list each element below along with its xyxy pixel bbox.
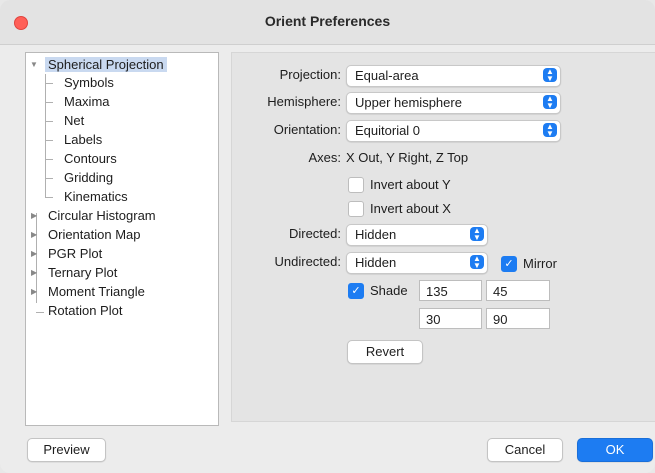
tree-item-symbols[interactable]: Symbols [64, 74, 114, 92]
collapsed-arrow-icon[interactable]: ▶ [31, 226, 37, 244]
tree-connector-line [45, 121, 53, 122]
tree-item-maxima[interactable]: Maxima [64, 93, 110, 111]
directed-select[interactable]: Hidden ▲ ▼ [346, 224, 488, 246]
tree-item-rotation-plot[interactable]: Rotation Plot [48, 302, 122, 320]
shade-label: Shade [370, 283, 408, 298]
tree-item-net[interactable]: Net [64, 112, 84, 130]
shade-field-4[interactable]: 90 [486, 308, 550, 329]
tree-item-ternary-plot[interactable]: Ternary Plot [48, 264, 117, 282]
projection-select[interactable]: Equal-area ▲ ▼ [346, 65, 561, 87]
tree-item-gridding[interactable]: Gridding [64, 169, 113, 187]
preview-button[interactable]: Preview [27, 438, 106, 462]
axes-value: X Out, Y Right, Z Top [346, 150, 469, 165]
invert-x-label: Invert about X [370, 201, 451, 216]
shade-field-1[interactable]: 135 [419, 280, 482, 301]
orientation-label: Orientation: [273, 122, 341, 137]
undirected-select[interactable]: Hidden ▲ ▼ [346, 252, 488, 274]
tree-connector-line [45, 159, 53, 160]
expanded-arrow-icon[interactable]: ▼ [30, 56, 38, 74]
ok-button[interactable]: OK [577, 438, 653, 462]
revert-button[interactable]: Revert [347, 340, 423, 364]
invert-y-checkbox[interactable] [348, 177, 364, 193]
undirected-label: Undirected: [274, 254, 341, 269]
mirror-label: Mirror [523, 256, 557, 271]
tree-item-orientation-map[interactable]: Orientation Map [48, 226, 141, 244]
popup-arrows-icon: ▲ ▼ [543, 68, 557, 83]
tree-connector-line [45, 83, 53, 84]
mirror-checkbox[interactable]: ✓ [501, 256, 517, 272]
tree-connector-line [45, 197, 53, 198]
tree-connector-line [45, 102, 53, 103]
directed-label: Directed: [288, 226, 341, 241]
tree-connector-line [45, 178, 53, 179]
tree-item-moment-triangle[interactable]: Moment Triangle [48, 283, 145, 301]
directed-value: Hidden [355, 227, 397, 242]
shade-field-3[interactable]: 30 [419, 308, 482, 329]
projection-value: Equal-area [355, 68, 419, 83]
projection-label: Projection: [279, 67, 341, 82]
hemisphere-select[interactable]: Upper hemisphere ▲ ▼ [346, 92, 561, 114]
orientation-select[interactable]: Equitorial 0 ▲ ▼ [346, 120, 561, 142]
window-title: Orient Preferences [264, 13, 391, 29]
shade-checkbox[interactable]: ✓ [348, 283, 364, 299]
popup-arrows-icon: ▲ ▼ [543, 123, 557, 138]
tree-item-contours[interactable]: Contours [64, 150, 117, 168]
tree-item-spherical-projection[interactable]: Spherical Projection [45, 56, 167, 74]
preferences-window: Orient Preferences ▼ Spherical Projectio… [0, 0, 655, 473]
tree-connector-line [45, 74, 46, 198]
shade-field-2[interactable]: 45 [486, 280, 550, 301]
tree-item-label: Spherical Projection [45, 57, 167, 72]
popup-arrows-icon: ▲ ▼ [543, 95, 557, 110]
collapsed-arrow-icon[interactable]: ▶ [31, 245, 37, 263]
tree-connector-line [36, 312, 44, 313]
popup-arrows-icon: ▲ ▼ [470, 227, 484, 242]
tree-connector-line [45, 140, 53, 141]
popup-arrows-icon: ▲ ▼ [470, 255, 484, 270]
orientation-value: Equitorial 0 [355, 123, 421, 138]
tree-item-kinematics[interactable]: Kinematics [64, 188, 128, 206]
cancel-button[interactable]: Cancel [487, 438, 563, 462]
hemisphere-value: Upper hemisphere [355, 95, 462, 110]
axes-label: Axes: [308, 150, 341, 165]
tree-item-labels[interactable]: Labels [64, 131, 102, 149]
collapsed-arrow-icon[interactable]: ▶ [31, 207, 37, 225]
tree-item-circular-histogram[interactable]: Circular Histogram [48, 207, 156, 225]
collapsed-arrow-icon[interactable]: ▶ [31, 283, 37, 301]
invert-y-label: Invert about Y [370, 177, 451, 192]
invert-x-checkbox[interactable] [348, 201, 364, 217]
tree-item-pgr-plot[interactable]: PGR Plot [48, 245, 102, 263]
hemisphere-label: Hemisphere: [267, 94, 341, 109]
undirected-value: Hidden [355, 255, 397, 270]
category-tree: ▼ Spherical Projection Symbols Maxima Ne… [25, 52, 219, 426]
collapsed-arrow-icon[interactable]: ▶ [31, 264, 37, 282]
title-bar: Orient Preferences [0, 0, 655, 45]
